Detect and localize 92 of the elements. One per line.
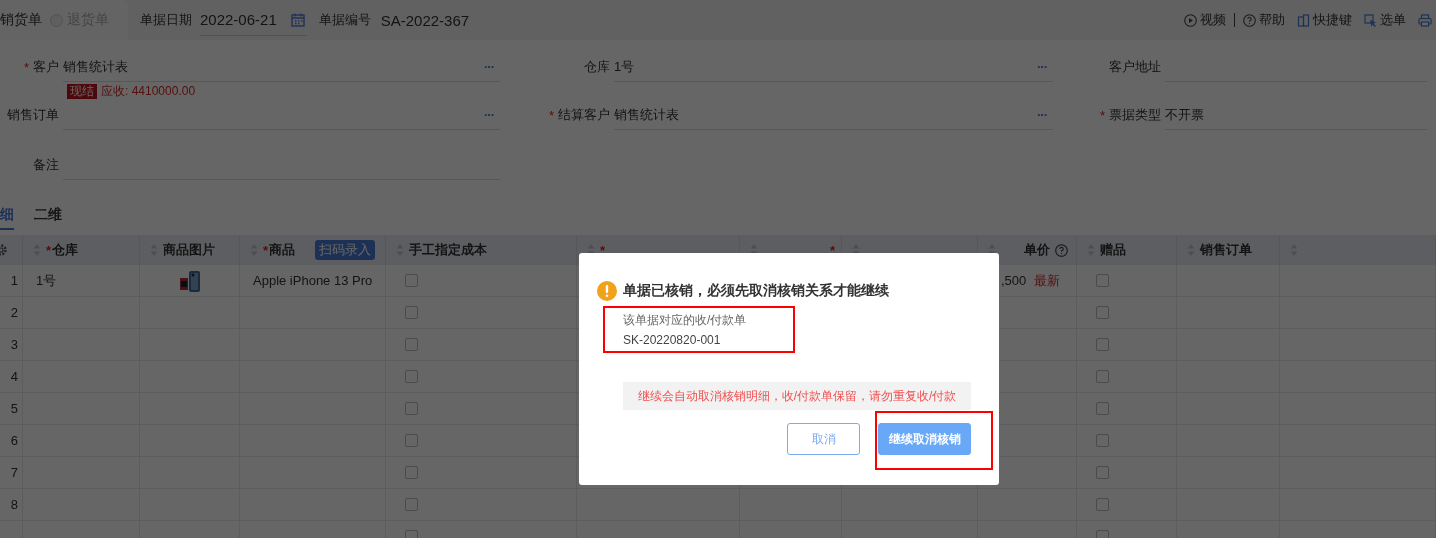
receivable-amount: 应收: 4410000.00 bbox=[101, 82, 196, 100]
table-cell: Apple iPhone 13 Pro bbox=[240, 265, 386, 297]
input-field[interactable]: 不开票 bbox=[1165, 100, 1427, 130]
field-value: 销售统计表 bbox=[614, 105, 679, 124]
column-header: 手工指定成本 bbox=[409, 241, 487, 259]
input-field[interactable]: 销售统计表 ··· bbox=[63, 52, 500, 82]
number-label: 单据编号 bbox=[318, 11, 371, 29]
row-number: 1 bbox=[0, 265, 23, 297]
document-number: SA-2022-367 bbox=[380, 11, 470, 29]
checkbox[interactable] bbox=[1096, 434, 1109, 447]
field-label: 结算客户 bbox=[558, 106, 610, 124]
date-label: 单据日期 bbox=[140, 11, 192, 29]
help-icon bbox=[1243, 13, 1256, 27]
cursor-icon bbox=[1364, 13, 1377, 27]
play-icon bbox=[1184, 13, 1197, 27]
checkbox[interactable] bbox=[1096, 306, 1109, 319]
price-text: ,500 bbox=[1001, 273, 1027, 288]
building-icon bbox=[1297, 13, 1310, 27]
reference-number: SK-20220820-001 bbox=[623, 333, 721, 347]
reference-label: 该单据对应的收/付款单 bbox=[623, 312, 747, 329]
checkbox[interactable] bbox=[405, 274, 418, 287]
required-mark: * bbox=[548, 107, 554, 123]
detail-tab[interactable]: 细 bbox=[0, 200, 14, 230]
field-label: 客户地址 bbox=[1109, 58, 1161, 76]
row-number: 4 bbox=[0, 361, 23, 393]
printer-icon bbox=[1418, 13, 1432, 27]
checkbox[interactable] bbox=[1096, 402, 1109, 415]
input-field[interactable]: ··· bbox=[63, 100, 500, 130]
checkbox[interactable] bbox=[1096, 498, 1109, 511]
toolbar-button[interactable]: 选单 bbox=[1364, 11, 1406, 29]
warning-notice: 继续会自动取消核销明细，收/付款单保留，请勿重复收/付款 bbox=[623, 382, 971, 410]
required-mark: * bbox=[263, 242, 269, 258]
checkbox[interactable] bbox=[1096, 466, 1109, 479]
checkbox[interactable] bbox=[405, 498, 418, 511]
field-value: 不开票 bbox=[1165, 105, 1204, 124]
cancel-button[interactable]: 取消 bbox=[787, 423, 860, 455]
checkbox[interactable] bbox=[405, 402, 418, 415]
checkbox[interactable] bbox=[405, 306, 418, 319]
date-value: 2022-06-21 bbox=[200, 11, 277, 28]
checkbox[interactable] bbox=[405, 434, 418, 447]
field-value: 1号 bbox=[614, 57, 635, 76]
more-button[interactable]: ··· bbox=[1037, 107, 1047, 122]
checkbox[interactable] bbox=[1096, 370, 1109, 383]
help-icon bbox=[1055, 243, 1068, 257]
checkbox[interactable] bbox=[405, 338, 418, 351]
row-number: 2 bbox=[0, 297, 23, 329]
row-number: 8 bbox=[0, 489, 23, 521]
field-label: 销售订单 bbox=[7, 106, 59, 124]
column-header: 销售订单 bbox=[1200, 241, 1252, 259]
row-number: 7 bbox=[0, 457, 23, 489]
required-mark: * bbox=[46, 242, 52, 258]
required-mark: * bbox=[23, 59, 29, 75]
row-number: 5 bbox=[0, 393, 23, 425]
warning-icon bbox=[597, 281, 617, 301]
column-header: 商品图片 bbox=[163, 241, 215, 259]
row-number: 6 bbox=[0, 425, 23, 457]
checkbox[interactable] bbox=[1096, 274, 1109, 287]
checkbox[interactable] bbox=[405, 466, 418, 479]
column-header: 赠品 bbox=[1100, 241, 1126, 259]
toolbar-button[interactable]: 视频 bbox=[1184, 11, 1226, 29]
field-label: 票据类型 bbox=[1109, 106, 1161, 124]
confirm-button[interactable]: 继续取消核销 bbox=[878, 423, 971, 455]
checkbox[interactable] bbox=[1096, 338, 1109, 351]
order-type-radio[interactable]: 销货单 bbox=[0, 11, 42, 29]
input-field[interactable]: 1号 ··· bbox=[614, 52, 1053, 82]
calendar-icon bbox=[290, 12, 305, 27]
column-header: 商品 bbox=[269, 241, 296, 259]
dialog-title: 单据已核销，必须先取消核销关系才能继续 bbox=[623, 282, 889, 300]
more-button[interactable]: ··· bbox=[1037, 59, 1047, 74]
scan-entry-button[interactable]: 扫码录入 bbox=[315, 240, 375, 260]
field-label: 客户 bbox=[33, 58, 59, 76]
table-cell: 1号 bbox=[23, 265, 140, 297]
more-button[interactable]: ··· bbox=[484, 107, 494, 122]
row-number: 3 bbox=[0, 329, 23, 361]
column-header: 单价 bbox=[1024, 241, 1050, 259]
detail-tab[interactable]: 二维 bbox=[34, 200, 62, 230]
checkbox[interactable] bbox=[405, 370, 418, 383]
more-button[interactable]: ··· bbox=[484, 59, 494, 74]
toolbar-button[interactable] bbox=[1418, 13, 1432, 27]
input-field[interactable]: 销售统计表 ··· bbox=[614, 100, 1053, 130]
required-mark: * bbox=[1099, 107, 1105, 123]
required-mark: * bbox=[829, 242, 835, 258]
column-header: 仓库 bbox=[52, 241, 79, 259]
toolbar-button[interactable]: 帮助 bbox=[1243, 11, 1285, 29]
latest-tag: 最新 bbox=[1034, 271, 1061, 290]
field-label: 备注 bbox=[33, 156, 59, 174]
required-mark: * bbox=[600, 242, 606, 258]
toolbar-button[interactable]: 快捷键 bbox=[1297, 11, 1352, 29]
field-label: 仓库 bbox=[584, 58, 610, 76]
payment-tag: 现结 bbox=[67, 83, 97, 99]
date-field[interactable]: 2022-06-21 bbox=[200, 4, 307, 36]
field-value: 销售统计表 bbox=[63, 57, 128, 76]
